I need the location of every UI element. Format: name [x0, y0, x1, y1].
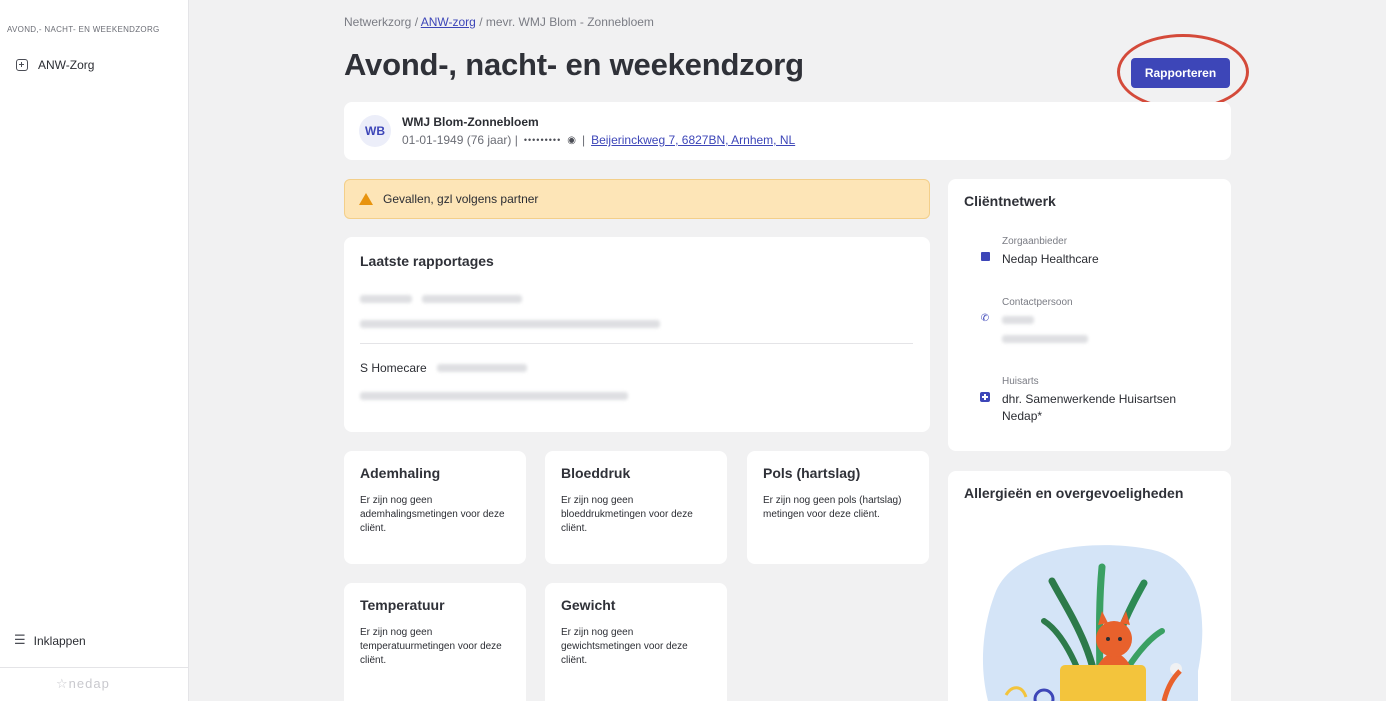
collapse-label: Inklappen — [33, 633, 86, 648]
collapse-sidebar-button[interactable]: ☰ Inklappen — [14, 633, 86, 648]
provider-label: Zorgaanbieder — [1002, 236, 1068, 247]
empty-state-illustration — [982, 545, 1203, 701]
app-name: AVOND,- NACHT- EN WEEKENDZORG — [7, 25, 160, 34]
collapse-icon: ☰ — [14, 633, 26, 648]
network-contact: ✆ Contactpersoon — [980, 297, 1088, 348]
eye-icon[interactable]: ◉ — [567, 135, 576, 146]
warning-icon — [359, 193, 373, 205]
metric-empty-text: Er zijn nog geen pols (hartslag) metinge… — [763, 495, 902, 520]
sidebar-item-anw-zorg[interactable]: ANW-Zorg — [10, 54, 180, 76]
client-name: WMJ Blom-Zonnebloem — [402, 115, 539, 129]
network-gp: Huisarts dhr. Samenwerkende Huisartsen N… — [980, 376, 1202, 425]
client-header-card: WB WMJ Blom-Zonnebloem 01-01-1949 (76 ja… — [344, 102, 1231, 160]
metric-card-bloeddruk[interactable]: Bloeddruk Er zijn nog geen bloeddrukmeti… — [545, 451, 727, 564]
client-meta: 01-01-1949 (76 jaar) | ••••••••• ◉ | Bei… — [402, 133, 795, 147]
gp-value: dhr. Samenwerkende Huisartsen Nedap* — [1002, 392, 1177, 423]
contact-name-redacted — [1002, 316, 1034, 324]
client-birthdate: 01-01-1949 (76 jaar) | — [402, 133, 518, 147]
breadcrumb-current: mevr. WMJ Blom - Zonnebloem — [485, 15, 654, 29]
breadcrumb-link-anw-zorg[interactable]: ANW-zorg — [421, 15, 476, 29]
page-title: Avond-, nacht- en weekendzorg — [344, 47, 804, 82]
contact-phone-redacted[interactable] — [1002, 335, 1088, 343]
report-date-redacted — [422, 295, 522, 303]
avatar: WB — [359, 115, 391, 147]
phone-icon: ✆ — [980, 313, 990, 324]
metric-empty-text: Er zijn nog geen bloeddrukmetingen voor … — [561, 495, 693, 534]
contact-label: Contactpersoon — [1002, 297, 1073, 308]
metric-title: Pols (hartslag) — [763, 465, 861, 481]
gp-label: Huisarts — [1002, 376, 1039, 387]
metric-title: Bloeddruk — [561, 465, 631, 481]
metric-empty-text: Er zijn nog geen gewichtsmetingen voor d… — [561, 627, 688, 666]
latest-reports-card: Laatste rapportages S Homecare — [344, 237, 930, 432]
sidebar: AVOND,- NACHT- EN WEEKENDZORG ANW-Zorg ☰… — [0, 0, 189, 701]
allergies-card: Allergieën en overgevoeligheden — [948, 471, 1231, 701]
client-address-link[interactable]: Beijerinckweg 7, 6827BN, Arnhem, NL — [591, 133, 795, 147]
report-text-redacted — [360, 392, 628, 400]
report-author-redacted — [360, 295, 412, 303]
medical-plus-icon — [980, 392, 990, 402]
add-square-icon — [16, 59, 28, 71]
metric-card-gewicht[interactable]: Gewicht Er zijn nog geen gewichtsmetinge… — [545, 583, 727, 701]
report-button[interactable]: Rapporteren — [1131, 58, 1230, 88]
report-item[interactable]: S Homecare — [360, 361, 913, 405]
metric-card-temperatuur[interactable]: Temperatuur Er zijn nog geen temperatuur… — [344, 583, 526, 701]
report-author: S Homecare — [360, 361, 427, 375]
hidden-bsn: ••••••••• — [523, 135, 562, 145]
breadcrumb-separator: / — [414, 15, 419, 29]
metric-title: Gewicht — [561, 597, 616, 613]
breadcrumb-separator: / — [479, 15, 483, 29]
provider-value: Nedap Healthcare — [1002, 252, 1099, 266]
metric-card-ademhaling[interactable]: Ademhaling Er zijn nog geen ademhalingsm… — [344, 451, 526, 564]
warning-banner: Gevallen, gzl volgens partner — [344, 179, 930, 219]
report-date-redacted — [436, 364, 527, 372]
metric-empty-text: Er zijn nog geen ademhalingsmetingen voo… — [360, 495, 505, 534]
network-provider: Zorgaanbieder Nedap Healthcare — [980, 236, 1099, 268]
report-text-redacted — [360, 320, 660, 328]
client-network-card: Cliëntnetwerk Zorgaanbieder Nedap Health… — [948, 179, 1231, 451]
metric-empty-text: Er zijn nog geen temperatuurmetingen voo… — [360, 627, 502, 666]
reports-title: Laatste rapportages — [360, 253, 494, 269]
breadcrumb: Netwerkzorg / ANW-zorg / mevr. WMJ Blom … — [344, 15, 654, 29]
warning-text: Gevallen, gzl volgens partner — [383, 192, 539, 206]
meta-separator: | — [581, 133, 586, 147]
nedap-logo: ☆nedap — [56, 676, 110, 691]
breadcrumb-root[interactable]: Netwerkzorg — [344, 15, 411, 29]
metric-title: Temperatuur — [360, 597, 445, 613]
sidebar-item-label: ANW-Zorg — [38, 58, 95, 72]
metric-title: Ademhaling — [360, 465, 441, 481]
report-divider — [360, 343, 913, 344]
report-item[interactable] — [360, 295, 913, 333]
sidebar-divider — [0, 667, 189, 668]
network-title: Cliëntnetwerk — [964, 193, 1056, 209]
metric-card-pols[interactable]: Pols (hartslag) Er zijn nog geen pols (h… — [747, 451, 929, 564]
building-icon — [980, 252, 990, 261]
